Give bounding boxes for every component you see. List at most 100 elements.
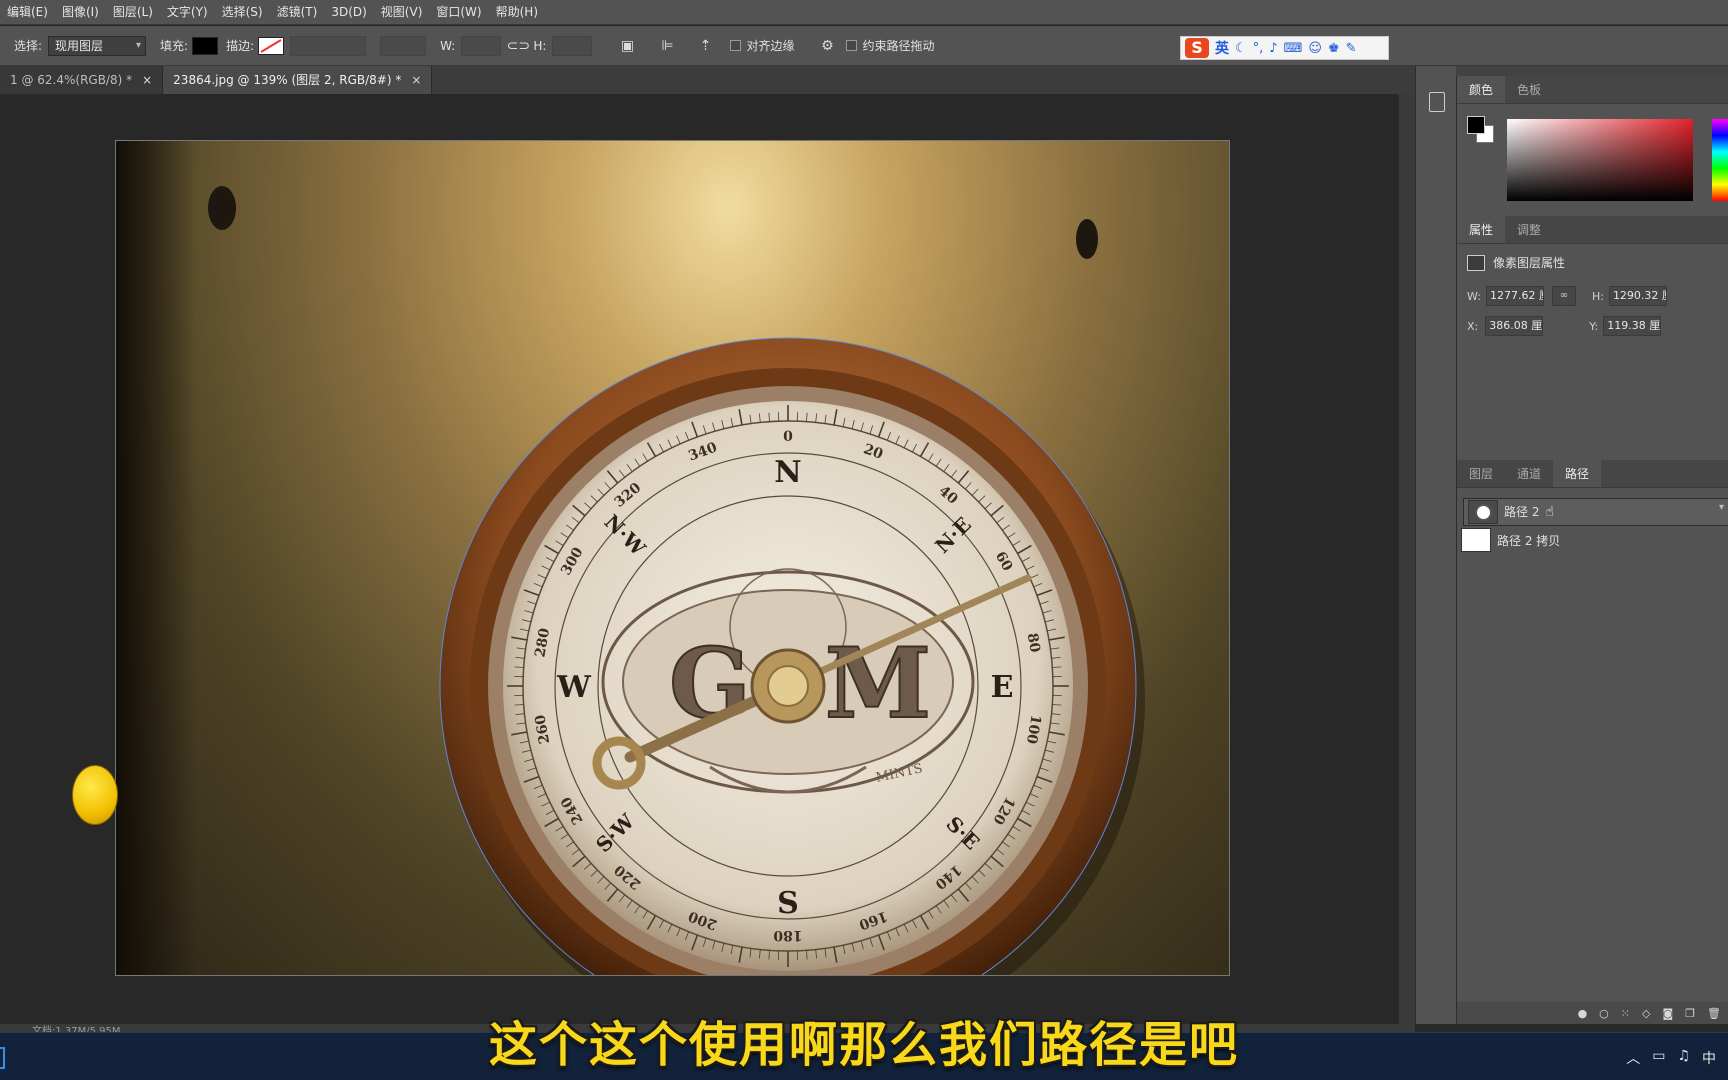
- tab-swatches[interactable]: 色板: [1505, 76, 1553, 103]
- path-item[interactable]: 路径 2 ☝: [1463, 498, 1728, 526]
- align-edges-checkbox[interactable]: [730, 40, 742, 51]
- ime-mode[interactable]: 英: [1215, 38, 1229, 58]
- color-spectrum[interactable]: [1507, 119, 1693, 201]
- w-field[interactable]: [461, 35, 502, 56]
- align-edges-label: 对齐边缘: [746, 39, 795, 53]
- cardinal-e: E: [991, 670, 1014, 705]
- select-label: 选择:: [14, 39, 43, 53]
- video-subtitle: 这个这个使用啊那么我们路径是吧: [488, 1017, 1239, 1073]
- properties-title-row: 像素图层属性: [1467, 254, 1565, 271]
- stroke-label: 描边:: [226, 39, 255, 53]
- menu-layer[interactable]: 图层(L): [106, 0, 160, 25]
- properties-panel: 像素图层属性 W: 1277.62 厘 ∞ H: 1290.32 厘 X: 38…: [1457, 244, 1728, 444]
- vertical-scrollbar[interactable]: [1398, 94, 1415, 1024]
- menu-edit[interactable]: 编辑(E): [0, 0, 55, 25]
- fg-bg-swatches[interactable]: [1467, 116, 1497, 146]
- menu-select[interactable]: 选择(S): [215, 0, 270, 25]
- menu-bar: 编辑(E) 图像(I) 图层(L) 文字(Y) 选择(S) 滤镜(T) 3D(D…: [0, 0, 1728, 25]
- paths-list: 路径 2 ☝ 路径 2 拷贝: [1457, 498, 1728, 1025]
- tab-document-2[interactable]: 23864.jpg @ 139% (图层 2, RGB/8#) * ×: [163, 66, 433, 94]
- tab-properties[interactable]: 属性: [1457, 216, 1506, 243]
- link-icon[interactable]: ⊂⊃: [507, 35, 530, 57]
- menu-filter[interactable]: 滤镜(T): [270, 0, 325, 25]
- document-tabs: 1 @ 62.4%(RGB/8) * × 23864.jpg @ 139% (图层…: [0, 66, 1415, 94]
- y-label: Y:: [1589, 319, 1599, 333]
- compass-image: 0 20 40 60 80 100 120 140 160 180 200 22…: [439, 337, 1145, 975]
- position-row: X: 386.08 厘: Y: 119.38 厘:: [1467, 316, 1662, 336]
- h-field[interactable]: [552, 35, 593, 56]
- path-operations-icon[interactable]: ▣: [616, 35, 638, 57]
- w-label: W:: [440, 38, 456, 53]
- stroke-type-dropdown[interactable]: [380, 35, 427, 56]
- tab-document-1[interactable]: 1 @ 62.4%(RGB/8) * ×: [0, 66, 164, 94]
- menu-3d[interactable]: 3D(D): [324, 0, 373, 25]
- punctuation-icon[interactable]: °,: [1253, 41, 1264, 56]
- constrain-path-checkbox[interactable]: [846, 40, 858, 51]
- foreground-color[interactable]: [1467, 116, 1485, 134]
- gear-icon[interactable]: ⚙: [816, 35, 838, 57]
- properties-title: 像素图层属性: [1493, 256, 1566, 270]
- tab-label: 1 @ 62.4%(RGB/8) *: [10, 73, 133, 87]
- size-row: W: 1277.62 厘 ∞ H: 1290.32 厘: [1467, 286, 1667, 306]
- path-thumbnail: [1468, 500, 1498, 524]
- fill-label: 填充:: [160, 39, 189, 53]
- path-name: 路径 2 拷贝: [1497, 533, 1561, 548]
- path-item[interactable]: 路径 2 拷贝: [1457, 526, 1728, 554]
- tab-adjustments[interactable]: 调整: [1505, 216, 1553, 243]
- link-icon[interactable]: ∞: [1551, 286, 1576, 306]
- hue-slider[interactable]: [1712, 119, 1728, 201]
- options-bar: 选择: 现用图层 填充: 描边: W: ⊂⊃ H: ▣ ⊫ ⇡ 对齐边缘 ⚙ 约…: [0, 26, 1728, 66]
- fill-swatch[interactable]: [192, 36, 219, 55]
- color-panel: [1457, 104, 1728, 216]
- close-icon[interactable]: ×: [411, 73, 421, 87]
- tab-layers[interactable]: 图层: [1457, 460, 1505, 487]
- degree-label: 0: [783, 429, 793, 445]
- panel-dock: 颜色 色板 属性 调整 像素图层属性 W: 1277.62 厘 ∞ H: 129…: [1456, 76, 1728, 1024]
- collapsed-panel-column: [1415, 66, 1456, 1024]
- wrench-icon[interactable]: ✎: [1346, 41, 1357, 56]
- document-canvas[interactable]: 0 20 40 60 80 100 120 140 160 180 200 22…: [115, 140, 1230, 976]
- x-label: X:: [1467, 319, 1479, 333]
- cardinal-s: S: [777, 886, 799, 921]
- menu-window[interactable]: 窗口(W): [429, 0, 488, 25]
- properties-panel-tabs: 属性 调整: [1457, 216, 1728, 244]
- user-icon[interactable]: ☺: [1308, 41, 1322, 56]
- panel-collapse-bar[interactable]: [1415, 66, 1728, 76]
- cardinal-n: N: [774, 455, 801, 490]
- x-field[interactable]: 386.08 厘:: [1485, 316, 1544, 336]
- degree-label: 80: [1024, 632, 1043, 654]
- menu-view[interactable]: 视图(V): [374, 0, 430, 25]
- menu-help[interactable]: 帮助(H): [489, 0, 545, 25]
- tab-label: 23864.jpg @ 139% (图层 2, RGB/8#) *: [173, 73, 402, 87]
- paths-panel-tabs: 图层 通道 路径: [1457, 460, 1728, 488]
- y-field[interactable]: 119.38 厘:: [1603, 316, 1662, 336]
- menu-type[interactable]: 文字(Y): [160, 0, 215, 25]
- ime-toolbar: S 英 ☾ °, ♪ ⌨ ☺ ♚ ✎: [1180, 36, 1389, 60]
- tab-channels[interactable]: 通道: [1505, 460, 1553, 487]
- keyboard-icon[interactable]: ⌨: [1284, 41, 1303, 56]
- path-name: 路径 2: [1504, 505, 1540, 519]
- tab-color[interactable]: 颜色: [1457, 76, 1506, 103]
- degree-label: 180: [773, 927, 802, 943]
- h-label: H:: [533, 38, 547, 53]
- cursor-hand-icon: ☝: [1545, 504, 1554, 520]
- history-panel-icon[interactable]: [1429, 92, 1445, 112]
- menu-image[interactable]: 图像(I): [55, 0, 106, 25]
- stroke-swatch[interactable]: [258, 36, 285, 55]
- moon-icon[interactable]: ☾: [1235, 41, 1247, 56]
- height-field[interactable]: 1290.32 厘: [1608, 286, 1667, 306]
- h-label: H:: [1591, 289, 1604, 303]
- constrain-path-label: 约束路径拖动: [862, 39, 935, 53]
- shirt-icon[interactable]: ♚: [1328, 41, 1340, 56]
- lemon-cursor-sticker: [72, 765, 118, 825]
- tab-paths[interactable]: 路径: [1553, 460, 1602, 487]
- pixel-layer-icon: [1467, 254, 1485, 271]
- path-alignment-icon[interactable]: ⊫: [656, 35, 678, 57]
- width-field[interactable]: 1277.62 厘: [1485, 286, 1544, 306]
- stroke-width-field[interactable]: [290, 35, 367, 56]
- path-arrangement-icon[interactable]: ⇡: [694, 35, 716, 57]
- microphone-icon[interactable]: ♪: [1269, 41, 1277, 56]
- w-label: W:: [1467, 289, 1481, 303]
- close-icon[interactable]: ×: [142, 73, 152, 87]
- select-layer-dropdown[interactable]: 现用图层: [48, 35, 147, 56]
